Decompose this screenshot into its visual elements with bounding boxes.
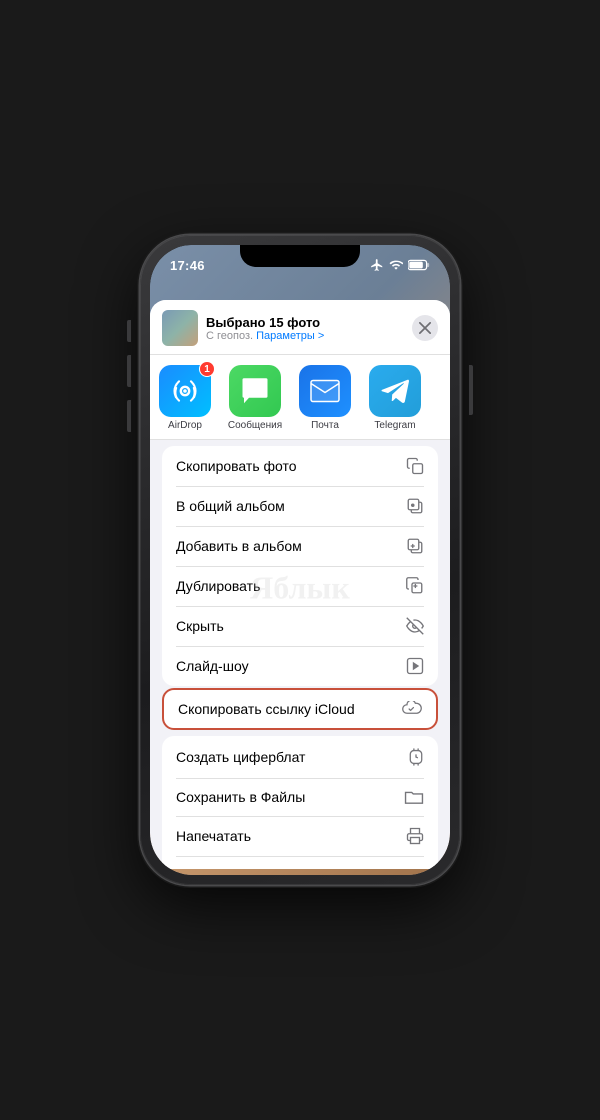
header-subtitle: С геопоз. Параметры > (206, 330, 404, 342)
menu-item-icloud-link[interactable]: Скопировать ссылку iCloud (164, 690, 436, 728)
menu-item-print[interactable]: Напечатать (162, 816, 438, 856)
watch-icon (408, 747, 424, 767)
header-text: Выбрано 15 фото С геопоз. Параметры > (206, 315, 404, 342)
airdrop-symbol (170, 376, 200, 406)
mail-icon-wrap (299, 365, 351, 417)
save-files-text: Сохранить в Файлы (176, 789, 305, 805)
menu-item-duplicate[interactable]: Дублировать (162, 566, 438, 606)
app-item-telegram[interactable]: Telegram (360, 365, 430, 431)
header-params-link[interactable]: Параметры > (256, 330, 324, 342)
menu-item-hide[interactable]: Скрыть (162, 606, 438, 646)
menu-item-shared-album[interactable]: В общий альбом (162, 486, 438, 526)
airdrop-badge: 1 (199, 361, 215, 377)
menu-item-copy-photo[interactable]: Скопировать фото (162, 446, 438, 486)
phone-screen: 17:46 (150, 245, 450, 875)
close-button[interactable] (412, 315, 438, 341)
icloud-link-text: Скопировать ссылку iCloud (178, 701, 355, 717)
app-item-mail[interactable]: Почта (290, 365, 360, 431)
sheet-overlay: Яблык Выбрано 15 фото С геопоз. Параметр… (150, 300, 450, 875)
telegram-label: Telegram (374, 420, 415, 431)
menu-section-2: Создать циферблат (162, 736, 438, 869)
close-icon (419, 322, 431, 334)
add-album-text: Добавить в альбом (176, 538, 302, 554)
telegram-icon (369, 365, 421, 417)
airdrop-label: AirDrop (168, 420, 202, 431)
volume-up-button[interactable] (127, 355, 131, 387)
hide-icon (406, 617, 424, 635)
app-item-messages[interactable]: Сообщения (220, 365, 290, 431)
mail-label: Почта (311, 420, 339, 431)
svg-text:P: P (408, 867, 418, 869)
shared-album-text: В общий альбом (176, 498, 285, 514)
menu-item-add-album[interactable]: Добавить в альбом (162, 526, 438, 566)
menu-item-slideshow[interactable]: Слайд-шоу (162, 646, 438, 686)
menu-item-scrollshot[interactable]: Create Scrollshot P (162, 856, 438, 869)
print-icon (406, 827, 424, 845)
telegram-symbol (381, 377, 409, 405)
sheet-header: Выбрано 15 фото С геопоз. Параметры > (150, 300, 450, 355)
scrollshot-icon: P (408, 867, 424, 869)
power-button[interactable] (469, 365, 473, 415)
menu-section: Скопировать фото В общий альбом (162, 446, 438, 686)
messages-icon-wrap (229, 365, 281, 417)
messages-label: Сообщения (228, 420, 282, 431)
status-time: 17:46 (170, 258, 205, 273)
slideshow-icon (406, 657, 424, 675)
print-text: Напечатать (176, 828, 251, 844)
add-album-icon (406, 537, 424, 555)
share-sheet: Яблык Выбрано 15 фото С геопоз. Параметр… (150, 300, 450, 869)
copy-photo-text: Скопировать фото (176, 458, 297, 474)
mute-button[interactable] (127, 320, 131, 342)
duplicate-icon (406, 577, 424, 595)
menu-item-save-files[interactable]: Сохранить в Файлы (162, 778, 438, 816)
copy-photo-icon (406, 457, 424, 475)
thumbnail (162, 310, 198, 346)
messages-symbol (240, 377, 270, 405)
telegram-icon-wrap (369, 365, 421, 417)
battery-icon (408, 259, 430, 271)
app-item-airdrop[interactable]: 1 AirDrop (150, 365, 220, 431)
wifi-icon (389, 258, 403, 272)
cloud-link-icon (402, 701, 422, 717)
messages-icon (229, 365, 281, 417)
notch (240, 245, 360, 267)
mail-symbol (310, 379, 340, 403)
volume-down-button[interactable] (127, 400, 131, 432)
duplicate-text: Дублировать (176, 578, 260, 594)
app-row: 1 AirDrop (150, 355, 450, 440)
shared-album-icon (406, 497, 424, 515)
airplane-icon (370, 258, 384, 272)
header-subtitle-text: С геопоз. (206, 330, 253, 342)
screen-content: 17:46 (150, 245, 450, 875)
folder-icon (404, 789, 424, 805)
watch-face-text: Создать циферблат (176, 749, 305, 765)
status-icons (370, 258, 430, 272)
slideshow-text: Слайд-шоу (176, 658, 249, 674)
airdrop-icon-wrap: 1 (159, 365, 211, 417)
phone-frame: 17:46 (140, 235, 460, 885)
header-title: Выбрано 15 фото (206, 315, 404, 330)
mail-icon (299, 365, 351, 417)
menu-item-watch-face[interactable]: Создать циферблат (162, 736, 438, 778)
hide-text: Скрыть (176, 618, 224, 634)
